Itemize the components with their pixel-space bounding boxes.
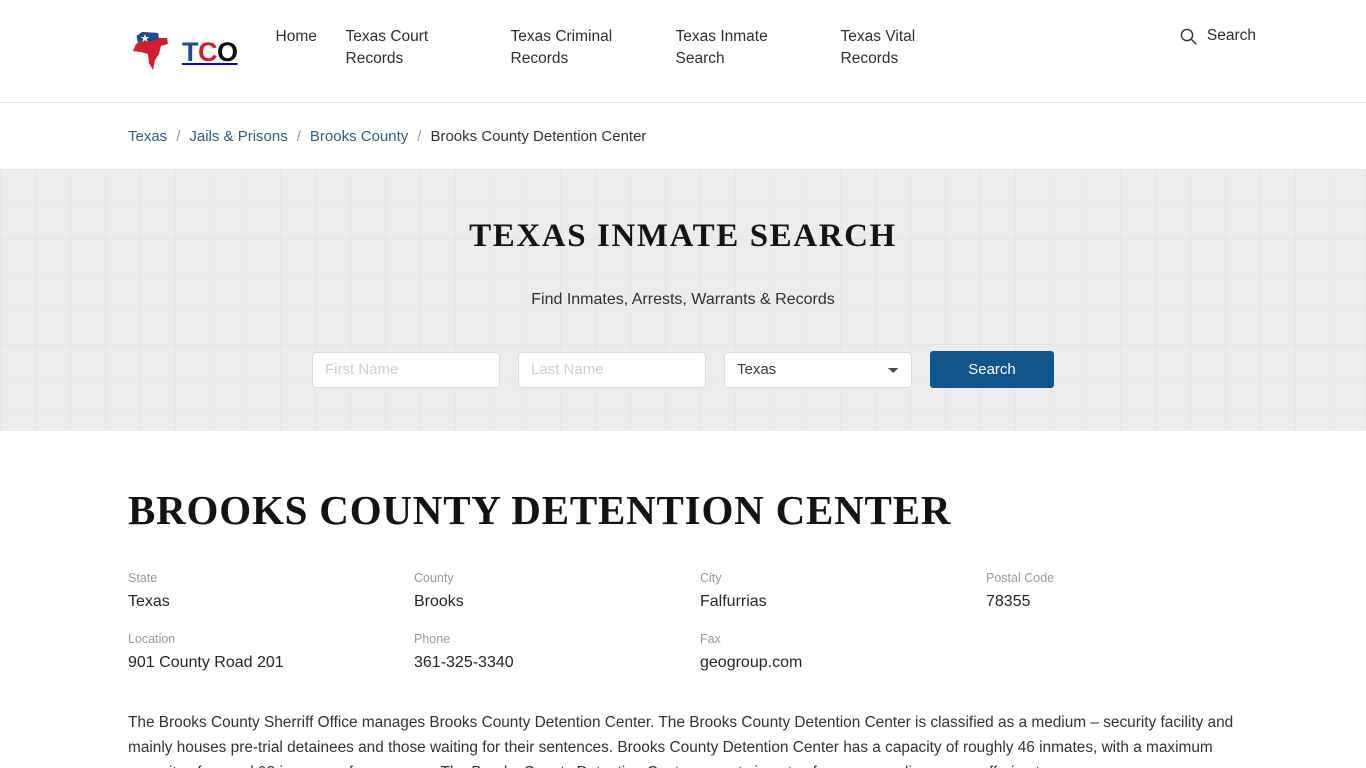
search-submit-button[interactable]: Search	[930, 351, 1054, 388]
hero-title: TEXAS INMATE SEARCH	[469, 218, 897, 254]
info-label: Postal Code	[986, 571, 1055, 586]
nav-item-home[interactable]: Home	[276, 26, 328, 48]
site-header: TCO Home Texas Court Records Texas Crimi…	[0, 0, 1366, 103]
inmate-search-form: Texas Search	[312, 351, 1054, 388]
header-search-label: Search	[1206, 27, 1256, 44]
page-title: BROOKS COUNTY DETENTION CENTER	[128, 487, 952, 533]
breadcrumb-item-jails-prisons[interactable]: Jails & Prisons	[189, 128, 287, 145]
logo-letter-c: C	[198, 37, 218, 67]
breadcrumb-item-brooks-county[interactable]: Brooks County	[310, 128, 408, 145]
breadcrumb-separator: /	[176, 127, 181, 145]
header-inner: TCO Home Texas Court Records Texas Crimi…	[0, 0, 1366, 103]
info-value: 361-325-3340	[414, 654, 514, 672]
info-field-fax: Fax geogroup.com	[700, 632, 986, 672]
info-field-phone: Phone 361-325-3340	[414, 632, 700, 672]
hero-section: TEXAS INMATE SEARCH Find Inmates, Arrest…	[0, 169, 1366, 431]
texas-state-outline-icon	[128, 30, 180, 74]
info-value: Texas	[128, 593, 170, 611]
info-label: Fax	[700, 632, 721, 647]
logo-wordmark: TCO	[182, 39, 238, 66]
info-field-city: City Falfurrias	[700, 571, 986, 611]
state-select[interactable]: Texas	[724, 351, 912, 388]
nav-item-texas-criminal-records[interactable]: Texas Criminal Records	[511, 26, 631, 71]
nav-item-texas-inmate-search[interactable]: Texas Inmate Search	[676, 26, 796, 71]
site-logo[interactable]: TCO	[128, 0, 238, 103]
main-content: BROOKS COUNTY DETENTION CENTER State Tex…	[0, 431, 1366, 768]
info-label: Location	[128, 632, 176, 647]
nav-item-texas-vital-records[interactable]: Texas Vital Records	[841, 26, 961, 71]
breadcrumb-item-texas[interactable]: Texas	[128, 128, 167, 145]
last-name-input[interactable]	[518, 351, 706, 388]
info-field-state: State Texas	[128, 571, 414, 611]
info-field-county: County Brooks	[414, 571, 700, 611]
info-label: Phone	[414, 632, 451, 647]
info-label: City	[700, 571, 722, 586]
main-navigation: Home Texas Court Records Texas Criminal …	[276, 0, 1162, 71]
breadcrumb-separator: /	[296, 127, 301, 145]
breadcrumb-separator: /	[417, 127, 422, 145]
first-name-input[interactable]	[312, 351, 500, 388]
hero-subtitle: Find Inmates, Arrests, Warrants & Record…	[531, 291, 835, 308]
info-field-location: Location 901 County Road 201	[128, 632, 414, 672]
info-field-postal-code: Postal Code 78355	[986, 571, 1238, 611]
facility-info-grid: State Texas County Brooks City Falfurria…	[128, 571, 1238, 672]
info-label: County	[414, 571, 454, 586]
info-value: Falfurrias	[700, 593, 767, 611]
breadcrumb: Texas / Jails & Prisons / Brooks County …	[0, 103, 1366, 169]
info-value: 78355	[986, 593, 1031, 611]
info-field-empty	[986, 632, 1238, 672]
facility-description: The Brooks County Sherriff Office manage…	[128, 713, 1234, 768]
info-value: Brooks	[414, 593, 464, 611]
logo-letter-o: O	[217, 37, 238, 67]
info-value: geogroup.com	[700, 654, 803, 672]
nav-item-texas-court-records[interactable]: Texas Court Records	[346, 26, 466, 71]
info-label: State	[128, 571, 158, 586]
header-search-toggle[interactable]: Search	[1180, 0, 1256, 45]
search-icon	[1180, 28, 1197, 45]
logo-letter-t: T	[182, 37, 199, 67]
breadcrumb-item-current: Brooks County Detention Center	[430, 127, 647, 145]
info-value: 901 County Road 201	[128, 654, 284, 672]
